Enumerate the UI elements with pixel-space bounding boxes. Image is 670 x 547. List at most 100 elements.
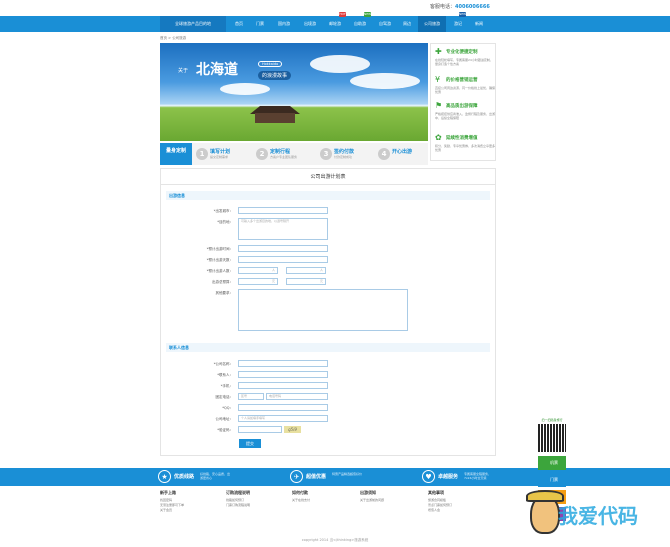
nav-item-outbound[interactable]: 出境游 xyxy=(298,16,322,32)
form-title: 公司出游计划表 xyxy=(161,169,495,185)
step-title: 开心出游 xyxy=(392,149,413,155)
landline-label: 固定电话： xyxy=(215,395,234,399)
departure-city-input[interactable] xyxy=(238,207,328,214)
trip-date-input[interactable] xyxy=(238,245,328,252)
footer-link[interactable]: 关于在线支付 xyxy=(292,498,352,503)
field-row: 其他要求： xyxy=(166,289,490,331)
section-trip-info: 出游信息 xyxy=(166,191,490,200)
banner-tag: Hokkaido xyxy=(258,61,283,67)
captcha-image[interactable]: q5i9 xyxy=(284,426,301,433)
other-requirements-label: 其他要求： xyxy=(215,291,234,295)
nav-item-nearby[interactable]: 周边 xyxy=(398,16,416,32)
company-name-input[interactable] xyxy=(238,360,328,367)
float-tickets-button[interactable]: 门票 xyxy=(538,473,566,487)
nav-item-domestic[interactable]: 国内游 xyxy=(272,16,296,32)
footer-link[interactable]: 关于会员 xyxy=(160,508,220,513)
banner-subtitle: 的浪漫故事 xyxy=(258,71,292,80)
destination-textarea[interactable]: 可输入多个出游目的地，以逗号隔开 xyxy=(238,218,328,240)
qq-label: *QQ： xyxy=(222,406,233,410)
qq-input[interactable] xyxy=(238,404,328,411)
step-title: 定制行程 xyxy=(270,149,291,155)
star-icon: ★ xyxy=(158,470,171,483)
phone-number-input[interactable]: 电话号码 xyxy=(266,393,328,400)
area-code-input[interactable]: 区号 xyxy=(238,393,264,400)
footer-col: 其他事项 旅游合同模板 景点门票如何预订 增值人会 xyxy=(428,490,488,513)
plane-icon: ✈ xyxy=(290,470,303,483)
process-steps: 量身定制 1 填写计划 提交定制需求 2 定制行程 方案户专业团队服务 3 签约… xyxy=(160,143,428,165)
feature-desc: 好线路，安心品质，出游更省心 xyxy=(200,472,231,480)
nav-item-home[interactable]: 首页 xyxy=(230,16,248,32)
company-name-label: *公司名称： xyxy=(213,362,233,366)
nav-item-tickets[interactable]: 门票 xyxy=(250,16,270,32)
captcha-label: *验证码： xyxy=(217,428,233,432)
banner-about: 关于 xyxy=(178,68,189,74)
hero-banner[interactable]: 关于 北海道 Hokkaido 的浪漫故事 xyxy=(160,43,428,141)
people-max-input[interactable]: 人 xyxy=(286,267,326,274)
nav-item-cruise[interactable]: 邮轮游 xyxy=(323,16,347,32)
company-trip-form: 公司出游计划表 出游信息 *出发城市： *目的地： 可输入多个出游目的地，以逗号… xyxy=(160,168,496,456)
nav-item-travelogue[interactable]: 游记 xyxy=(448,16,468,32)
feature-great-deals: ✈ 超值优惠 特惠产品精选超值好价 xyxy=(290,470,410,484)
company-address-label: 公司地址： xyxy=(215,417,234,421)
feature-title: 超值优惠 xyxy=(306,474,327,480)
field-row: *预计出游人数： 人 人 xyxy=(166,267,490,275)
departure-city-label: *出发城市： xyxy=(213,209,233,213)
people-min-input[interactable]: 人 xyxy=(238,267,278,274)
cloud-shape xyxy=(310,55,370,73)
feature-title: 卓越服务 xyxy=(438,474,459,480)
nav-item-self-drive[interactable]: 自驾游 xyxy=(373,16,397,32)
nav-item-self-guided[interactable]: 自助游 xyxy=(348,16,372,32)
field-row: 出游总预算： 元 元 xyxy=(166,278,490,286)
qr-code xyxy=(538,424,566,452)
hot-badge: HOT xyxy=(339,12,346,17)
feature-desc: 在线轻松填写，专属客服24小时跟进定制，量身打造个性方案 xyxy=(435,58,493,66)
field-row: *预计出游时间： xyxy=(166,245,490,253)
footer-col: 新手上路 找回密码 无须注册即可下单 关于会员 xyxy=(160,490,220,513)
field-row: *QQ： xyxy=(166,404,490,412)
section-contact-info: 联系人信息 xyxy=(166,343,490,352)
footer-link[interactable]: 关于出游前的问题 xyxy=(360,498,420,503)
other-requirements-textarea[interactable] xyxy=(238,289,408,331)
budget-min-input[interactable]: 元 xyxy=(238,278,278,285)
submit-button[interactable]: 提交 xyxy=(239,439,261,448)
footer-link[interactable]: 门票订购流程说明 xyxy=(226,503,286,508)
step-desc: 付款定制成功 xyxy=(334,155,353,159)
hotline-label: 客服电话： xyxy=(430,4,456,10)
feature-title: 的价格营销运营 xyxy=(446,78,478,83)
captcha-input[interactable] xyxy=(238,426,282,433)
trip-days-input[interactable] xyxy=(238,256,328,263)
trip-people-label: *预计出游人数： xyxy=(206,269,233,273)
float-flights-button[interactable]: 机票 xyxy=(538,456,566,470)
footer-col: 订购流程说明 线路如何预订 门票订购流程说明 xyxy=(226,490,286,508)
mobile-label: *手机： xyxy=(220,384,233,388)
feature-excellent-service: ♥ 卓越服务 专属客服全程服务，7x24小时全天候 xyxy=(422,470,542,484)
budget-max-input[interactable]: 元 xyxy=(286,278,326,285)
nav-logo[interactable]: 全球旅游产品目的地 xyxy=(160,16,226,32)
breadcrumb-separator: > xyxy=(168,36,172,40)
destination-label: *目的地： xyxy=(217,220,233,224)
step-number: 3 xyxy=(320,148,332,160)
contact-person-input[interactable] xyxy=(238,371,328,378)
trip-date-label: *预计出游时间： xyxy=(206,247,233,251)
heart-icon: ♥ xyxy=(422,470,435,483)
footer-link[interactable]: 增值人会 xyxy=(428,508,488,513)
feature-desc: 严格把控供应商准入，监督行程及服务，出游中、后续全程保障 xyxy=(435,112,496,120)
field-row: *出发城市： xyxy=(166,207,490,215)
hotline: 客服电话：4006006666 xyxy=(430,3,490,10)
nav-item-news[interactable]: 新闻 xyxy=(470,16,488,32)
stamp-icon: ✿ xyxy=(435,133,442,142)
mobile-input[interactable] xyxy=(238,382,328,389)
footer-col-title: 其他事项 xyxy=(428,490,444,495)
footer-features-bar: ★ 优质线路 好线路，安心品质，出游更省心 ✈ 超值优惠 特惠产品精选超值好价 … xyxy=(0,468,670,486)
cloud-shape xyxy=(220,83,270,95)
field-row: *联系人： xyxy=(166,371,490,379)
company-address-input[interactable]: 个人请如填手填写 xyxy=(238,415,328,422)
hotline-number: 4006006666 xyxy=(455,4,490,10)
trip-days-label: *预计出游天数： xyxy=(206,258,233,262)
steps-label: 量身定制 xyxy=(160,143,192,165)
budget-label: 出游总预算： xyxy=(212,280,233,284)
step-number: 4 xyxy=(378,148,390,160)
footer-col-title: 出游须知 xyxy=(360,490,376,495)
breadcrumb-home[interactable]: 首页 xyxy=(160,36,167,40)
nav-item-company-travel[interactable]: 公司旅游 xyxy=(418,16,446,32)
